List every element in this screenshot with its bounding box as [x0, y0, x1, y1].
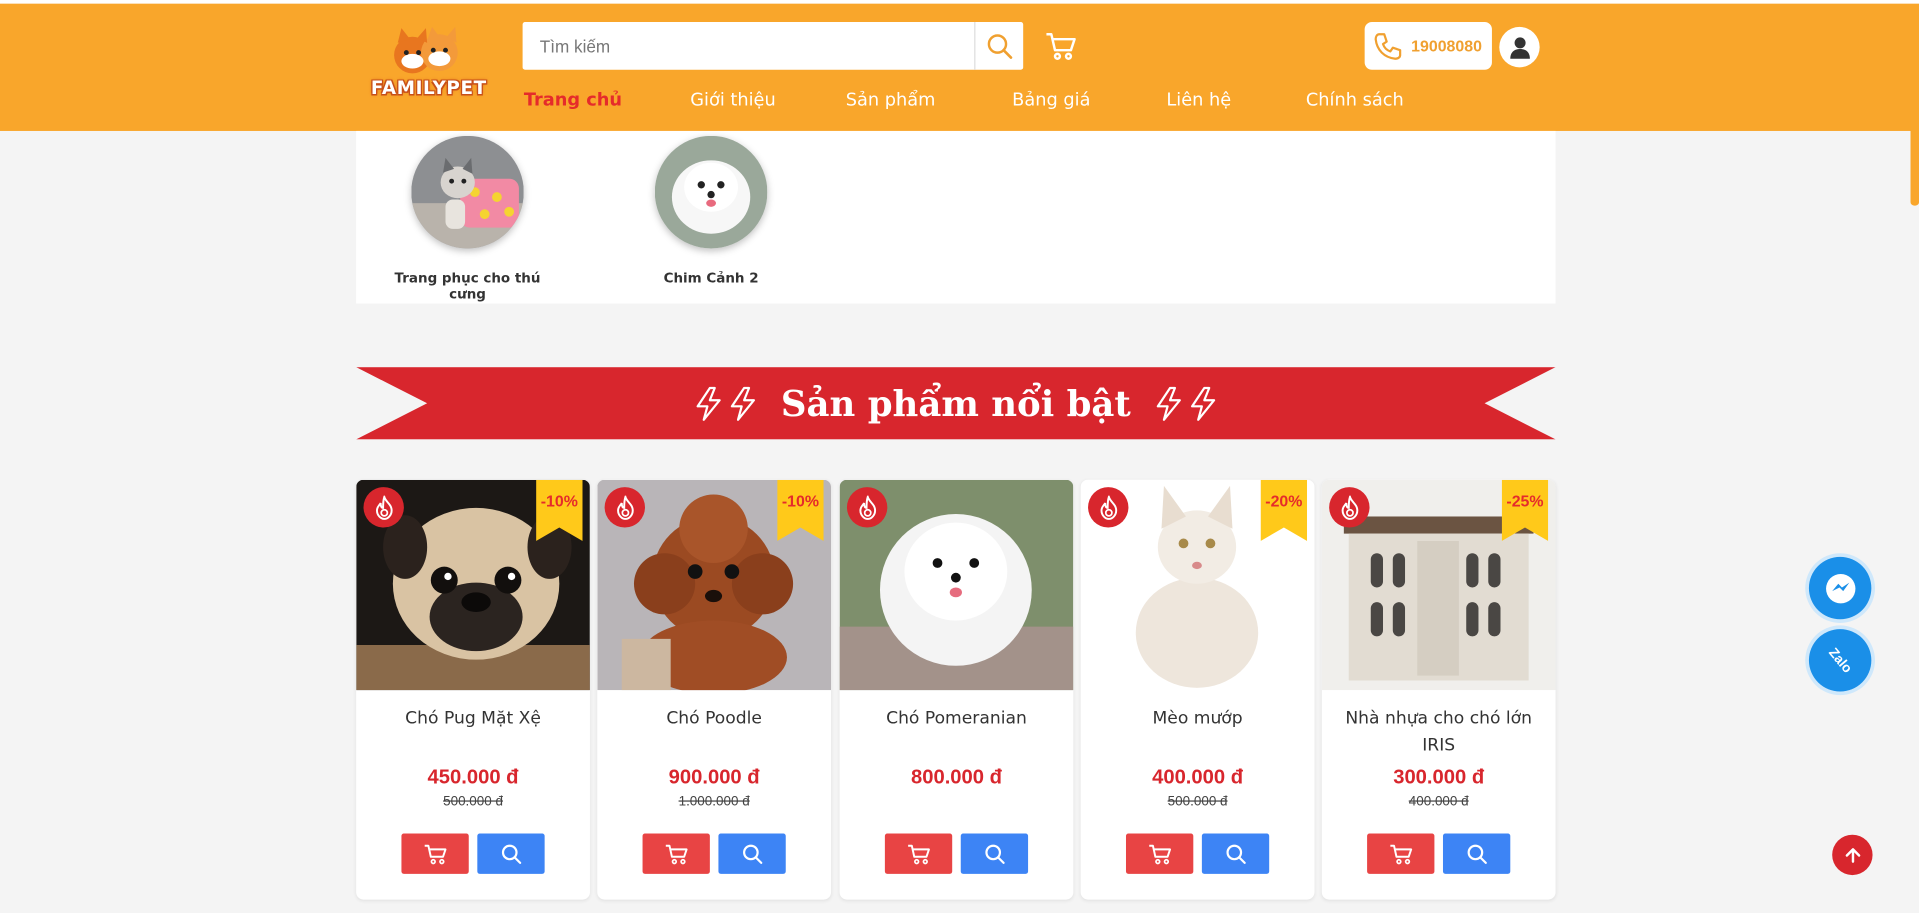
add-to-cart-button[interactable]	[401, 833, 469, 874]
messenger-chat-button[interactable]	[1808, 556, 1872, 620]
product-card[interactable]: Chó Pomeranian 800.000 đ	[839, 479, 1074, 900]
hot-badge	[604, 487, 645, 528]
category-label: Trang phục cho thú cưng	[394, 270, 541, 303]
fire-icon	[1099, 495, 1117, 520]
featured-banner: Sản phẩm nổi bật	[356, 367, 1556, 440]
scrollbar-thumb[interactable]	[1910, 107, 1919, 206]
phone-icon	[1374, 32, 1402, 60]
search-icon	[987, 33, 1012, 59]
nav-products[interactable]: Sản phẩm	[846, 91, 936, 111]
fire-icon	[858, 495, 876, 520]
lightning-icon	[1156, 386, 1216, 421]
nav-pricing[interactable]: Bảng giá	[1012, 91, 1090, 111]
cart-icon	[907, 844, 930, 864]
account-button[interactable]	[1499, 26, 1540, 68]
nav-policy[interactable]: Chính sách	[1306, 91, 1404, 111]
search-input[interactable]	[522, 22, 976, 70]
back-to-top-button[interactable]	[1832, 834, 1873, 876]
logo-text: FAMILYPET	[370, 77, 487, 100]
product-price: 900.000 đ	[668, 766, 760, 789]
product-name[interactable]: Nhà nhựa cho chó lớn IRIS	[1332, 705, 1546, 759]
product-name[interactable]: Mèo mướp	[1090, 705, 1304, 732]
product-name[interactable]: Chó Poodle	[607, 705, 821, 732]
search-icon	[1466, 844, 1487, 864]
user-icon	[1509, 36, 1530, 59]
hot-badge	[846, 487, 888, 528]
nav-about[interactable]: Giới thiệu	[690, 91, 775, 111]
add-to-cart-button[interactable]	[642, 833, 710, 874]
product-price: 800.000 đ	[911, 766, 1002, 789]
hotline-button[interactable]: 19008080	[1364, 22, 1492, 70]
add-to-cart-button[interactable]	[884, 833, 953, 874]
hot-badge	[1329, 487, 1370, 528]
zalo-label: Zalo	[1825, 644, 1855, 676]
search-icon	[984, 844, 1005, 864]
header-cart-button[interactable]	[1044, 31, 1081, 65]
product-price: 300.000 đ	[1393, 766, 1485, 789]
search-icon	[742, 844, 762, 864]
category-item[interactable]: Trang phục cho thú cưng	[376, 135, 560, 303]
product-old-price: 500.000 đ	[1167, 794, 1228, 809]
category-image-cat-clothes	[411, 135, 524, 249]
quick-view-button[interactable]	[1201, 833, 1270, 874]
site-header: FAMILYPET 19008080	[0, 3, 1919, 131]
quick-view-button[interactable]	[960, 833, 1029, 874]
search-button[interactable]	[974, 22, 1023, 70]
product-name[interactable]: Chó Pug Mặt Xệ	[366, 705, 580, 732]
site-logo[interactable]: FAMILYPET	[370, 26, 487, 100]
hot-badge	[363, 487, 404, 528]
search-icon	[1225, 844, 1246, 864]
add-to-cart-button[interactable]	[1367, 833, 1435, 874]
fire-icon	[375, 495, 393, 520]
cart-icon	[424, 844, 446, 864]
fire-icon	[616, 495, 634, 520]
nav-contact[interactable]: Liên hệ	[1166, 91, 1231, 111]
category-image-bird	[654, 135, 768, 249]
product-card[interactable]: -20% Mèo mướp 400.000 đ 500.000 đ	[1080, 479, 1315, 900]
quick-view-button[interactable]	[477, 833, 545, 874]
product-card[interactable]: -25% Nhà nhựa cho chó lớn IRIS 300.000 đ…	[1321, 479, 1556, 900]
zalo-chat-button[interactable]: Zalo	[1808, 629, 1872, 692]
fire-icon	[1341, 495, 1358, 520]
quick-view-button[interactable]	[718, 833, 786, 874]
product-card[interactable]: -10% Chó Pug Mặt Xệ 450.000 đ 500.000 đ	[356, 479, 590, 900]
search-icon	[501, 844, 521, 864]
category-label: Chim Cảnh 2	[663, 270, 759, 287]
hotline-number: 19008080	[1411, 36, 1482, 56]
quick-view-button[interactable]	[1442, 833, 1511, 874]
product-card[interactable]: -10% Chó Poodle 900.000 đ 1.000.000 đ	[597, 479, 832, 900]
cart-icon	[1046, 33, 1076, 60]
category-item[interactable]: Chim Cảnh 2	[619, 135, 803, 287]
lightning-icon	[696, 386, 756, 421]
arrow-up-icon	[1845, 847, 1860, 863]
category-strip: Trang phục cho thú cưng Chim Cảnh 2	[356, 130, 1556, 304]
chat-icon	[1825, 573, 1855, 603]
product-price: 450.000 đ	[427, 766, 519, 789]
cart-icon	[1148, 844, 1171, 864]
add-to-cart-button[interactable]	[1125, 833, 1194, 874]
product-old-price: 400.000 đ	[1408, 794, 1469, 809]
hot-badge	[1088, 487, 1129, 528]
pets-logo-icon	[394, 26, 458, 74]
search-bar	[522, 22, 1024, 70]
cart-icon	[665, 844, 687, 864]
section-title: Sản phẩm nổi bật	[780, 382, 1131, 425]
cart-icon	[1389, 844, 1412, 864]
product-old-price: 500.000 đ	[443, 794, 503, 809]
product-old-price: 1.000.000 đ	[678, 794, 750, 809]
product-price: 400.000 đ	[1152, 766, 1244, 789]
nav-home[interactable]: Trang chủ	[524, 91, 622, 111]
product-name[interactable]: Chó Pomeranian	[849, 705, 1063, 732]
